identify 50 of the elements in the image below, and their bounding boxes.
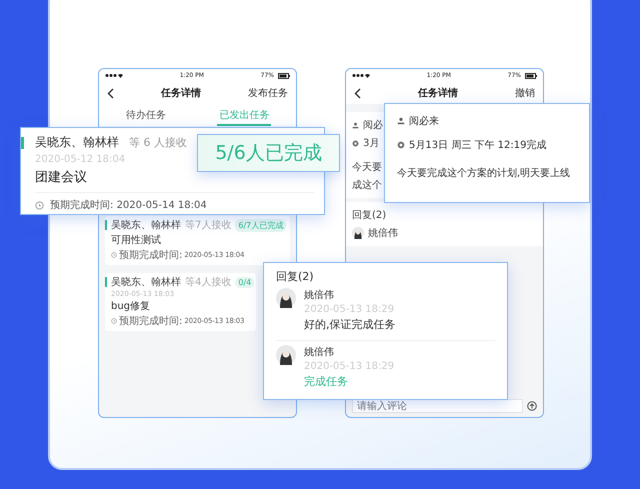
header-action[interactable]: 发布任务 [248, 86, 288, 100]
comment-field[interactable]: 请输入评论 [352, 399, 523, 413]
due-label: 预期完成时间: [119, 248, 182, 262]
receivers: 吴晓东、翰林样 [111, 276, 181, 289]
avatar-icon [352, 227, 364, 239]
clock-icon [111, 252, 117, 258]
task-title: bug修复 [111, 300, 152, 313]
person-icon [352, 122, 359, 128]
page-title: 任务详情 [418, 86, 458, 100]
progress-tag: 0/4 [235, 276, 254, 288]
reply-text: 完成任务 [304, 374, 349, 389]
receiver-count: 等 6 人接收 [129, 135, 187, 150]
task-title: 可用性测试 [111, 234, 162, 247]
completion-badge: 5/6人已完成 [197, 134, 340, 172]
reply-author: 姚倍伟 [304, 346, 335, 359]
tab[interactable]: 待办任务 [124, 104, 168, 126]
replies-heading: 回复(2) [352, 209, 388, 222]
description-fragment: 今天要 [352, 161, 382, 174]
progress-tag: 6/7人已完成 [235, 218, 286, 232]
receivers: 吴晓东、翰林样 [35, 134, 119, 151]
reply-author: 姚倍伟 [304, 288, 335, 302]
signal-icon [352, 73, 370, 78]
back-icon[interactable] [354, 88, 361, 98]
page-title: 任务详情 [161, 86, 201, 100]
upload-icon[interactable] [527, 401, 537, 411]
replies-heading: 回复(2) [276, 269, 315, 284]
receiver-count: 等7人接收 [185, 218, 232, 232]
assignee: 阅必来 [409, 114, 439, 128]
reply-text: 好的,保证完成任务 [304, 317, 396, 332]
back-icon[interactable] [107, 88, 114, 98]
battery-icon [525, 72, 537, 78]
clock-icon [111, 318, 117, 324]
description-fragment: 成这个 [352, 178, 382, 192]
task-description: 今天要完成这个方案的计划,明天要上线 [397, 166, 572, 180]
avatar-icon [276, 288, 296, 308]
reply-author: 姚倍伟 [368, 226, 398, 240]
finish-time: 3月 [363, 137, 380, 150]
receivers: 吴晓东、翰林样 [111, 218, 181, 232]
finish-time: 5月13日 周三 下午 12:19完成 [409, 138, 546, 152]
avatar-icon [276, 345, 296, 365]
task-title: 团建会议 [35, 169, 88, 186]
signal-icon [105, 73, 123, 78]
due-label: 预期完成时间: [119, 314, 182, 328]
battery-icon [278, 72, 290, 78]
due-time: 预期完成时间: 2020-05-14 18:04 [50, 198, 207, 212]
header-action[interactable]: 撤销 [515, 86, 535, 100]
assignee: 阅必 [363, 118, 383, 132]
person-icon [397, 117, 405, 125]
clock-icon [35, 200, 44, 210]
receiver-count: 等4人接收 [185, 276, 232, 289]
